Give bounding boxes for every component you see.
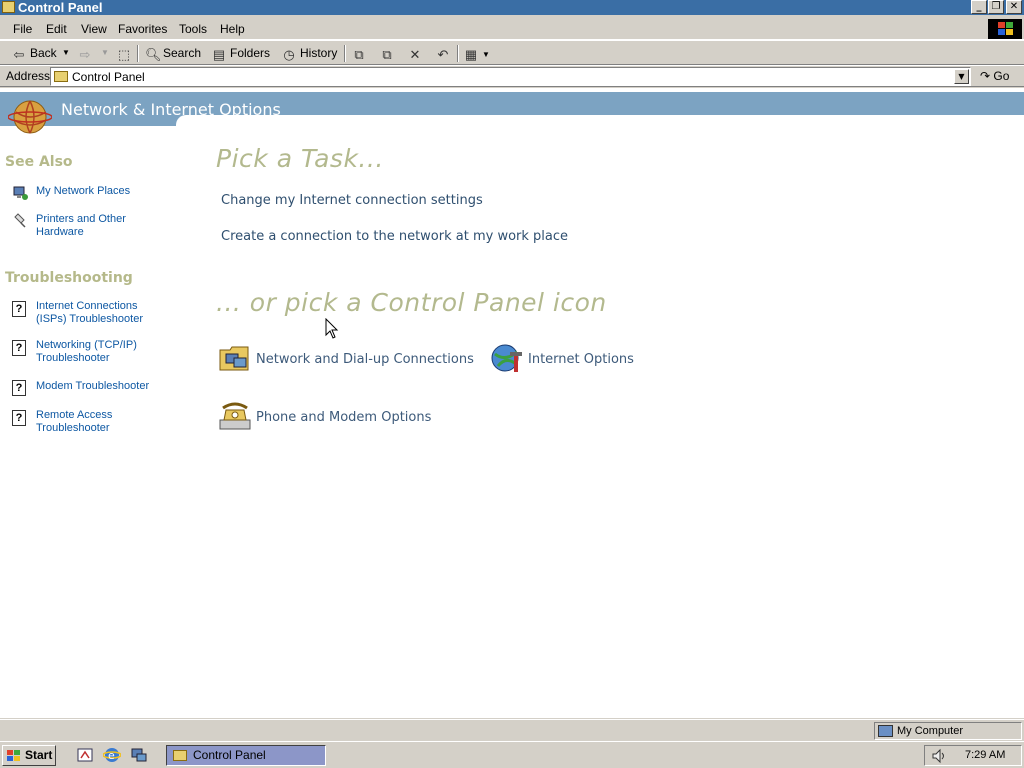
menu-bar: File Edit View Favorites Tools Help [0, 17, 1024, 40]
folder-up-icon: ⬚ [117, 47, 131, 62]
address-input[interactable]: Control Panel ▼ [50, 67, 971, 86]
system-tray: 7:29 AM [924, 745, 1022, 766]
troubleshooter-link-tcpip[interactable]: Networking (TCP/IP) Troubleshooter [36, 339, 166, 365]
status-zone-label: My Computer [897, 725, 964, 737]
internet-options-icon[interactable] [490, 342, 524, 374]
forward-button[interactable]: ⇨ [78, 45, 96, 62]
toolbar-separator [457, 45, 459, 62]
troubleshooter-link-modem[interactable]: Modem Troubleshooter [36, 380, 166, 393]
printer-icon [14, 213, 26, 228]
status-bar: My Computer [0, 719, 1024, 741]
svg-text:e: e [108, 749, 115, 762]
start-button[interactable]: Start [2, 745, 56, 766]
address-bar: Address Control Panel ▼ ↷ Go [0, 65, 1024, 87]
network-places-icon [13, 186, 28, 200]
copy-to-button[interactable]: ⧉ [380, 45, 398, 62]
menu-view[interactable]: View [81, 22, 107, 36]
task-link-work-connection[interactable]: Create a connection to the network at my… [221, 229, 568, 244]
address-dropdown-button[interactable]: ▼ [954, 69, 969, 84]
content-area: Network & Internet Options See Also My N… [0, 88, 1024, 718]
move-to-button[interactable]: ⧉ [352, 45, 370, 62]
back-arrow-icon: ⇦ [13, 47, 25, 62]
menu-help[interactable]: Help [220, 22, 245, 36]
cp-item-network-connections[interactable]: Network and Dial-up Connections [256, 352, 474, 367]
windows-flag-icon [7, 750, 20, 761]
history-button[interactable]: ◷ History [282, 45, 337, 62]
mouse-cursor-icon [325, 318, 339, 339]
phone-modem-icon[interactable] [218, 400, 252, 432]
undo-icon: ↶ [437, 47, 449, 62]
folder-icon [54, 71, 68, 82]
forward-dropdown[interactable]: ▼ [101, 45, 109, 61]
pick-icon-heading: ... or pick a Control Panel icon [216, 288, 607, 317]
taskbar: Start e Control Panel 7:29 AM [0, 741, 1024, 768]
go-arrow-icon: ↷ [980, 69, 991, 83]
views-button[interactable]: ▦ ▼ [464, 45, 490, 62]
status-zone: My Computer [874, 722, 1022, 740]
troubleshooter-link-remote-access[interactable]: Remote Access Troubleshooter [36, 409, 166, 435]
forward-arrow-icon: ⇨ [79, 47, 91, 62]
toolbar-separator [344, 45, 346, 62]
folders-icon: ▤ [212, 47, 226, 62]
clock[interactable]: 7:29 AM [965, 749, 1005, 761]
troubleshooter-link-isp[interactable]: Internet Connections (ISPs) Troubleshoot… [36, 300, 166, 326]
views-icon: ▦ [464, 47, 478, 62]
copy-to-icon: ⧉ [382, 47, 392, 62]
help-icon: ? [12, 410, 26, 426]
search-icon: 🔍︎ [145, 47, 162, 62]
history-icon: ◷ [283, 47, 295, 62]
banner-tab-shape [176, 115, 1024, 127]
toolbar: ⇦ Back ▼ ⇨ ▼ ⬚ 🔍︎Search ▤ Folders ◷ History… [0, 40, 1024, 65]
network-quicklaunch-icon[interactable] [130, 746, 148, 764]
address-label: Address [6, 69, 51, 83]
menu-tools[interactable]: Tools [179, 22, 207, 36]
task-link-internet-settings[interactable]: Change my Internet connection settings [221, 193, 483, 208]
go-button[interactable]: ↷ Go [980, 69, 1009, 83]
back-dropdown[interactable]: ▼ [62, 45, 70, 61]
help-icon: ? [12, 301, 26, 317]
my-computer-icon [878, 725, 893, 737]
speaker-icon[interactable] [931, 748, 947, 764]
views-dropdown-icon: ▼ [482, 50, 490, 59]
see-also-heading: See Also [5, 154, 73, 170]
folders-button[interactable]: ▤ Folders [212, 45, 270, 62]
up-button[interactable]: ⬚ [117, 45, 135, 62]
taskbar-button-control-panel[interactable]: Control Panel [166, 745, 326, 766]
help-icon: ? [12, 340, 26, 356]
folder-icon [173, 750, 187, 761]
control-panel-icon [2, 1, 15, 13]
cp-item-phone-modem[interactable]: Phone and Modem Options [256, 410, 431, 425]
delete-icon: ✕ [409, 47, 421, 62]
see-also-link-printers[interactable]: Printers and Other Hardware [36, 213, 166, 239]
search-button[interactable]: 🔍︎Search [145, 45, 201, 62]
internet-explorer-icon[interactable]: e [103, 746, 121, 764]
undo-button[interactable]: ↶ [436, 45, 454, 62]
see-also-link-my-network-places[interactable]: My Network Places [36, 185, 166, 198]
toolbar-separator [137, 45, 139, 62]
menu-favorites[interactable]: Favorites [118, 22, 167, 36]
show-desktop-icon[interactable] [76, 746, 94, 764]
minimize-button[interactable]: _ [971, 0, 987, 14]
help-icon: ? [12, 380, 26, 396]
window-title: Control Panel [18, 0, 103, 15]
move-to-icon: ⧉ [354, 47, 364, 62]
delete-button[interactable]: ✕ [408, 45, 426, 62]
pick-task-heading: Pick a Task... [216, 144, 384, 173]
menu-file[interactable]: File [13, 22, 32, 36]
globe-icon [8, 100, 52, 134]
title-bar[interactable]: Control Panel _ ❐ ✕ [0, 0, 1024, 15]
windows-logo-icon [988, 19, 1022, 39]
address-value: Control Panel [72, 70, 145, 84]
close-button[interactable]: ✕ [1006, 0, 1022, 14]
troubleshooting-heading: Troubleshooting [5, 270, 133, 286]
cp-item-internet-options[interactable]: Internet Options [528, 352, 634, 367]
back-button[interactable]: ⇦ Back [12, 45, 57, 62]
menu-edit[interactable]: Edit [46, 22, 67, 36]
restore-button[interactable]: ❐ [988, 0, 1004, 14]
network-connections-icon[interactable] [218, 342, 252, 374]
